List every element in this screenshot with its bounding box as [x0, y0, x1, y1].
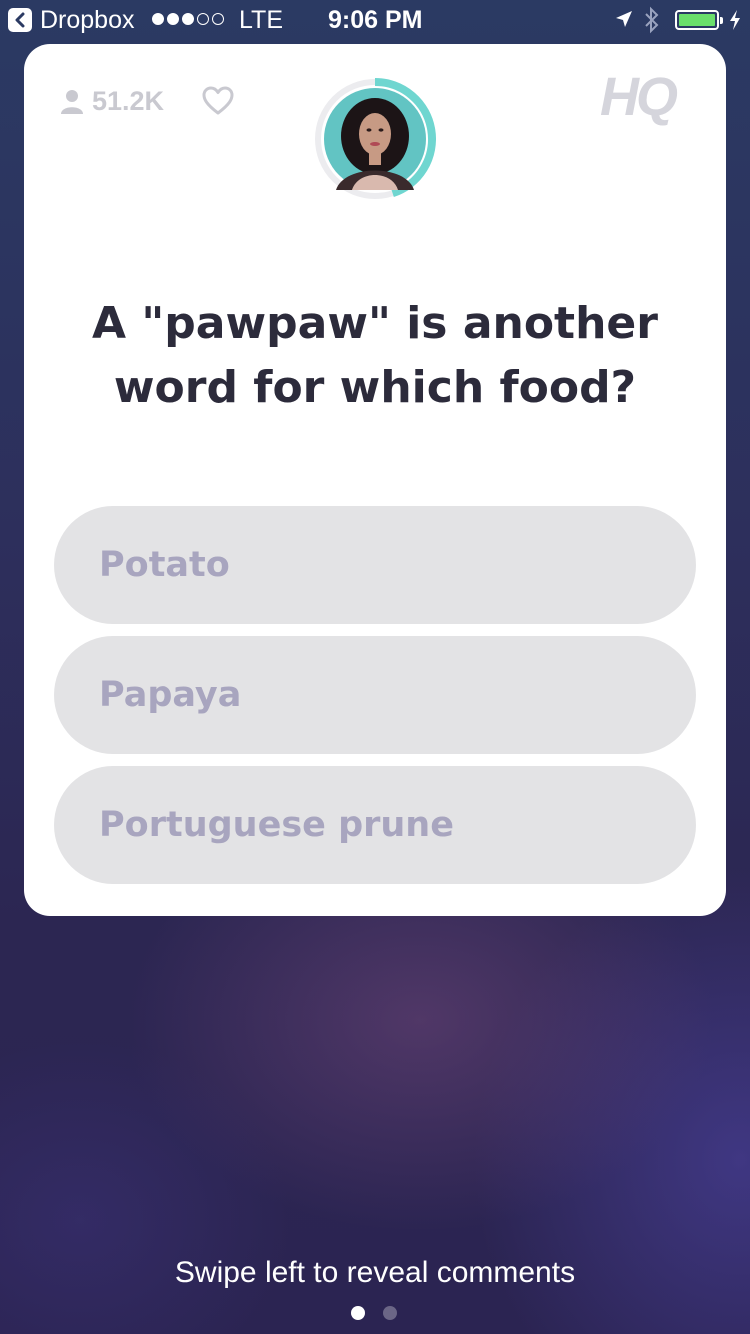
page-dot[interactable]	[351, 1306, 365, 1320]
charging-bolt-icon	[730, 10, 740, 30]
battery-icon	[675, 10, 723, 30]
signal-dot	[212, 13, 224, 25]
answer-option-1[interactable]: Potato	[54, 506, 696, 624]
chevron-left-icon	[15, 12, 25, 28]
page-dot[interactable]	[383, 1306, 397, 1320]
heart-icon[interactable]	[202, 86, 234, 116]
back-app-label[interactable]: Dropbox	[40, 6, 135, 35]
countdown-timer-ring	[315, 78, 436, 199]
signal-dot	[167, 13, 179, 25]
answer-option-3[interactable]: Portuguese prune	[54, 766, 696, 884]
back-to-app-button[interactable]	[8, 8, 32, 32]
person-icon	[61, 89, 83, 114]
location-arrow-icon	[616, 11, 632, 27]
battery-level	[679, 14, 715, 26]
bluetooth-icon	[645, 6, 659, 34]
viewer-count-value: 51.2K	[92, 86, 165, 116]
hq-logo: HQ	[600, 67, 678, 127]
answer-option-2[interactable]: Papaya	[54, 636, 696, 754]
signal-dot	[197, 13, 209, 25]
clock: 9:06 PM	[328, 6, 423, 34]
question-text: A "pawpaw" is another word for which foo…	[92, 298, 658, 413]
status-bar: Dropbox LTE 9:06 PM	[0, 0, 750, 40]
signal-dot	[182, 13, 194, 25]
viewer-count: 51.2K	[60, 86, 164, 117]
network-type: LTE	[239, 6, 283, 34]
swipe-hint: Swipe left to reveal comments	[174, 1256, 576, 1289]
question-card: 51.2K HQ A "pawpaw" is another word for …	[24, 44, 726, 916]
signal-strength-icon	[152, 13, 224, 25]
signal-dot	[152, 13, 164, 25]
host-video-avatar	[314, 78, 436, 200]
answer-list: Potato Papaya Portuguese prune	[54, 506, 696, 896]
page-indicator[interactable]	[351, 1306, 397, 1320]
